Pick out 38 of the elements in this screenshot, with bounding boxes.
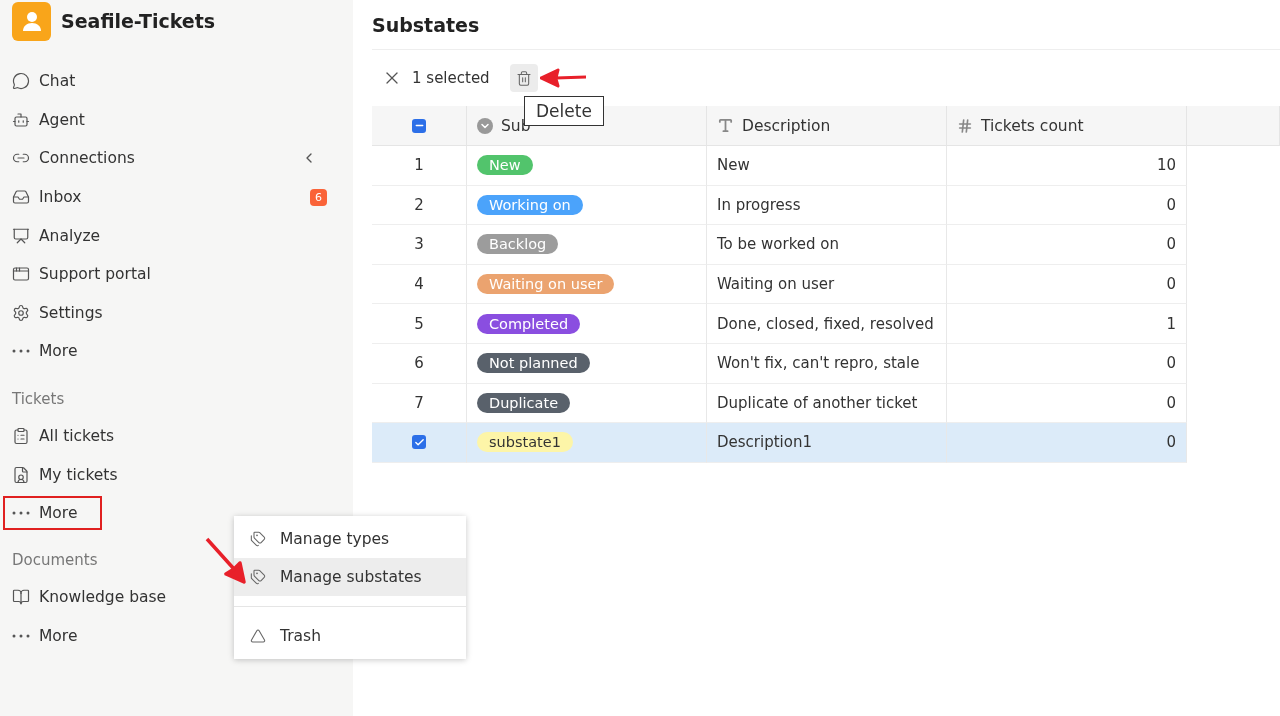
- table-cell: Waiting on user: [707, 264, 947, 305]
- table-cell: Description1: [707, 423, 947, 463]
- table-cell: 0: [947, 423, 1187, 463]
- count-badge: 6: [310, 188, 327, 206]
- substate-tag: Working on: [477, 194, 583, 215]
- row-number: 2: [372, 185, 467, 226]
- substate-tag: Not planned: [477, 353, 590, 374]
- substate-tag: Duplicate: [477, 392, 571, 413]
- substate-tag: New: [477, 155, 533, 176]
- tooltip: Delete: [524, 96, 604, 126]
- section-title: Tickets: [12, 388, 65, 410]
- row-number: 5: [372, 304, 467, 344]
- table-cell: Won't fix, can't repro, stale: [707, 343, 947, 384]
- substate-tag: Backlog: [477, 234, 559, 255]
- table-cell: Duplicate of another ticket: [707, 383, 947, 424]
- page-title: Substates: [372, 0, 1280, 50]
- row-number: 7: [372, 383, 467, 424]
- substate-tag: Waiting on user: [477, 274, 615, 295]
- section-title: Documents: [12, 549, 98, 571]
- substate-tag: Completed: [477, 313, 581, 334]
- table-cell: 0: [947, 383, 1187, 424]
- row-number: 3: [372, 225, 467, 265]
- row-number: 4: [372, 264, 467, 305]
- row-number: 1: [372, 146, 467, 186]
- table-cell: 0: [947, 185, 1187, 226]
- table-cell: 10: [947, 146, 1187, 186]
- substate-tag: substate1: [477, 432, 573, 453]
- app-name: Seafile-Tickets: [61, 10, 216, 32]
- table-cell: Done, closed, fixed, resolved: [707, 304, 947, 344]
- selection-count: 1 selected: [412, 69, 490, 87]
- row-number: 6: [372, 343, 467, 384]
- table-cell: 1: [947, 304, 1187, 344]
- table-cell: 0: [947, 343, 1187, 384]
- table-cell: To be worked on: [707, 225, 947, 265]
- table-cell: New: [707, 146, 947, 186]
- table-cell: 0: [947, 264, 1187, 305]
- table-cell: In progress: [707, 185, 947, 226]
- table-cell: 0: [947, 225, 1187, 265]
